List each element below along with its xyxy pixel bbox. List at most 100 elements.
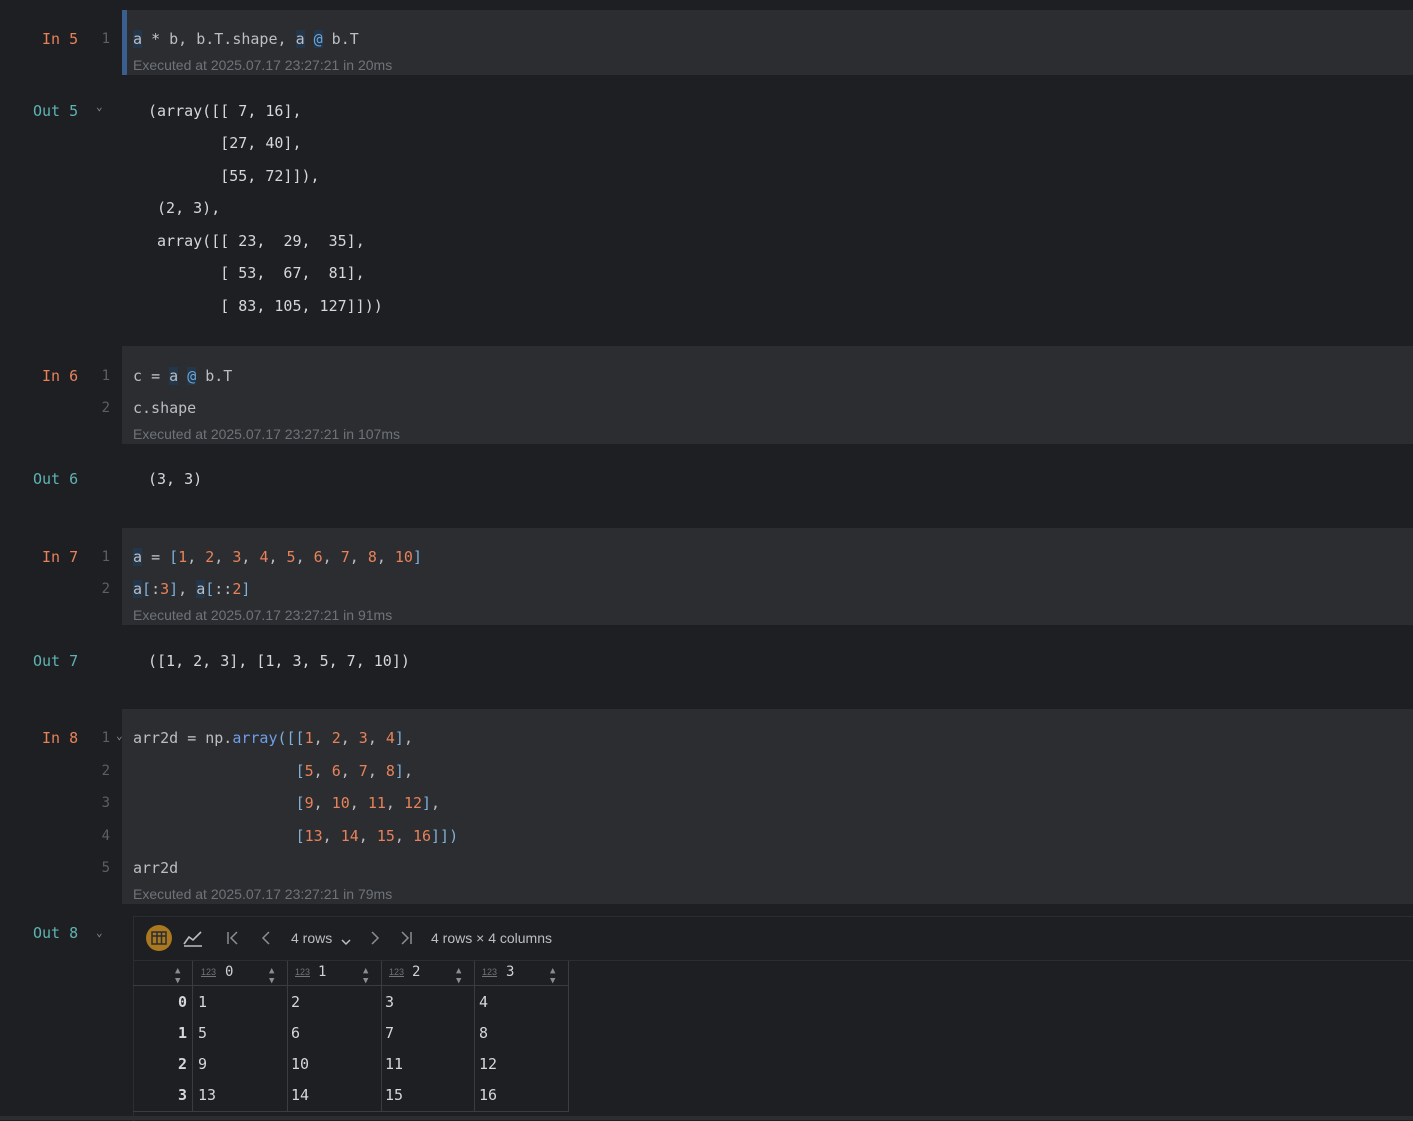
out-prompt-6: Out 6 [33,470,79,488]
output-line: (array([[ 7, 16], [148,102,302,120]
row-index: 2 [178,1055,188,1073]
bottom-divider [0,1116,1413,1120]
table-cell[interactable]: 8 [479,1024,488,1042]
type-tag: 123 [482,967,498,977]
index-header[interactable]: ▲ ▼ [133,961,193,986]
type-tag: 123 [201,967,217,977]
column-name: 2 [412,964,421,980]
code-line[interactable]: [5, 6, 7, 8], [133,762,413,780]
execution-info: Executed at 2025.07.17 23:27:21 in 91ms [133,607,393,623]
sort-icon[interactable]: ▲ ▼ [456,966,461,986]
table-cell[interactable]: 13 [198,1086,216,1104]
rows-selector[interactable]: 4 rows [291,930,332,946]
row-index: 1 [178,1024,188,1042]
column-name: 3 [506,964,515,980]
code-line[interactable]: [13, 14, 15, 16]]) [133,827,459,845]
table-cell[interactable]: 14 [291,1086,309,1104]
last-page-icon[interactable] [398,930,414,950]
execution-info: Executed at 2025.07.17 23:27:21 in 107ms [133,426,400,442]
line-number: 2 [101,400,110,416]
grid-line [474,986,475,1112]
chevron-down-icon[interactable] [340,933,352,952]
active-cell-indicator [122,10,127,75]
code-line[interactable]: [9, 10, 11, 12], [133,794,441,812]
line-number: 5 [101,860,110,876]
rows-selector-label: 4 rows [291,930,333,946]
code-line[interactable]: a * b, b.T.shape, a @ b.T [133,30,359,48]
output-line: (2, 3), [148,199,221,217]
column-header[interactable]: 123 1 ▲ ▼ [288,961,382,986]
table-cell[interactable]: 7 [385,1024,394,1042]
line-number: 1 [101,31,110,47]
line-number: 3 [101,795,110,811]
table-cell[interactable]: 3 [385,993,394,1011]
chart-view-icon[interactable] [181,926,205,950]
column-header[interactable]: 123 2 ▲ ▼ [382,961,475,986]
line-number: 2 [101,763,110,779]
output-line: [27, 40], [157,134,302,152]
column-header[interactable]: 123 0 ▲ ▼ [193,961,288,986]
code-line[interactable]: c.shape [133,399,196,417]
execution-info: Executed at 2025.07.17 23:27:21 in 20ms [133,57,393,73]
table-cell[interactable]: 11 [385,1055,403,1073]
table-cell[interactable]: 5 [198,1024,207,1042]
type-tag: 123 [389,967,405,977]
fold-chevron-icon[interactable]: ⌄ [96,926,103,939]
grid-line [287,986,288,1112]
output-line: array([[ 23, 29, 35], [148,232,365,250]
column-name: 0 [225,964,234,980]
sort-icon[interactable]: ▲ ▼ [269,966,274,986]
sort-icon[interactable]: ▲ ▼ [175,966,180,986]
table-view-icon[interactable] [146,925,172,951]
next-page-icon[interactable] [367,930,383,950]
line-number: 1 [101,368,110,384]
out-prompt-7: Out 7 [33,652,79,670]
table-cell[interactable]: 6 [291,1024,300,1042]
code-line[interactable]: c = a @ b.T [133,367,232,385]
in-prompt-8: In 8 [42,729,79,747]
prev-page-icon[interactable] [258,930,274,950]
dataframe-summary: 4 rows × 4 columns [431,930,552,946]
sort-icon[interactable]: ▲ ▼ [550,966,555,986]
execution-info: Executed at 2025.07.17 23:27:21 in 79ms [133,886,393,902]
grid-line [568,986,569,1112]
output-text: (3, 3) [148,470,203,488]
code-line[interactable]: a = [1, 2, 3, 4, 5, 6, 7, 8, 10] [133,548,422,566]
out-prompt-5: Out 5 [33,102,79,120]
line-number: 2 [101,581,110,597]
output-line: [ 83, 105, 127]])) [157,297,383,315]
row-index: 3 [178,1086,188,1104]
table-cell[interactable]: 9 [198,1055,207,1073]
output-line: [ 53, 67, 81], [157,264,365,282]
line-number: 4 [101,828,110,844]
grid-bottom [133,1111,569,1112]
output-text: ([1, 2, 3], [1, 3, 5, 7, 10]) [148,652,410,670]
line-number: 1 [101,549,110,565]
grid-line [381,986,382,1112]
line-number: 1 [101,730,110,746]
fold-chevron-icon[interactable]: ⌄ [96,100,103,113]
code-line[interactable]: arr2d = np.array([[1, 2, 3, 4], [133,729,413,747]
code-line[interactable]: a[:3], a[::2] [133,580,250,598]
output-line: [55, 72]]), [157,167,320,185]
type-tag: 123 [295,967,311,977]
column-header[interactable]: 123 3 ▲ ▼ [475,961,569,986]
fold-chevron-icon[interactable]: ⌄ [116,729,123,742]
table-cell[interactable]: 15 [385,1086,403,1104]
code-line[interactable]: arr2d [133,859,178,877]
out-prompt-8: Out 8 [33,924,79,942]
in-prompt-6: In 6 [42,367,79,385]
table-cell[interactable]: 1 [198,993,207,1011]
table-cell[interactable]: 10 [291,1055,309,1073]
table-cell[interactable]: 4 [479,993,488,1011]
first-page-icon[interactable] [225,930,241,950]
in-prompt-5: In 5 [42,30,79,48]
grid-line [192,986,193,1112]
in-prompt-7: In 7 [42,548,79,566]
column-name: 1 [318,964,327,980]
row-index: 0 [178,993,188,1011]
table-cell[interactable]: 16 [479,1086,497,1104]
table-cell[interactable]: 12 [479,1055,497,1073]
sort-icon[interactable]: ▲ ▼ [363,966,368,986]
table-cell[interactable]: 2 [291,993,300,1011]
